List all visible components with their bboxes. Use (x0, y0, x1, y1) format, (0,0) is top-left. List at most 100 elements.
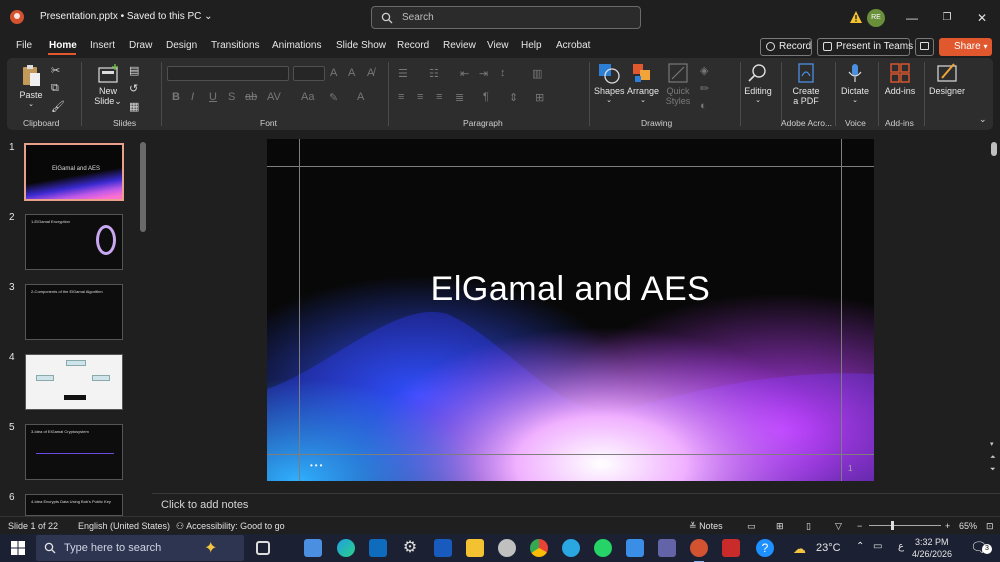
increase-font-icon[interactable]: A (330, 67, 337, 79)
shape-effects-icon[interactable]: ◐ (700, 100, 707, 112)
slide-thumbnail-4[interactable] (25, 354, 123, 410)
vertical-scrollbar[interactable]: ▾ ⏶ ⏷ (988, 132, 1000, 493)
minimize-icon[interactable]: — (902, 8, 922, 28)
slideshow-icon[interactable]: ▽ (835, 521, 842, 532)
windows-start-icon[interactable] (11, 541, 25, 555)
task-view-icon[interactable] (256, 541, 270, 555)
align-text-icon[interactable]: ⇕ (509, 91, 518, 104)
cut-icon[interactable]: ✂ (51, 64, 60, 77)
search-box[interactable]: Search (371, 6, 641, 29)
acrobat-icon[interactable] (722, 539, 740, 557)
slide-sorter-icon[interactable]: ⊞ (776, 521, 784, 532)
slide-thumbnail-5[interactable]: 3-Idea of ElGamal Cryptosystem (25, 424, 123, 480)
next-slide-icon[interactable]: ⏷ (990, 466, 996, 474)
font-name-dropdown[interactable] (167, 66, 289, 81)
numbering-icon[interactable]: ☷ (429, 67, 439, 80)
clock-date[interactable]: 4/26/2026 (912, 549, 952, 559)
strikethrough-icon[interactable]: ab (245, 91, 257, 103)
tab-insert[interactable]: Insert (90, 40, 115, 51)
edge-icon[interactable] (337, 539, 355, 557)
tab-file[interactable]: File (16, 40, 32, 51)
present-in-teams-button[interactable]: Present in Teams (817, 38, 913, 56)
dictate-button[interactable]: Dictate ⌄ (839, 62, 871, 104)
chrome-icon[interactable] (530, 539, 548, 557)
change-case-icon[interactable]: Aa (301, 91, 314, 103)
tab-review[interactable]: Review (443, 40, 476, 51)
slide-thumbnail-1[interactable]: ElGamal and AES (24, 143, 124, 201)
designer-button[interactable]: Designer (928, 62, 966, 96)
tab-record[interactable]: Record (397, 40, 429, 51)
character-spacing-icon[interactable]: AV (267, 91, 281, 103)
tab-transitions[interactable]: Transitions (211, 40, 260, 51)
font-size-dropdown[interactable] (293, 66, 325, 81)
shape-outline-icon[interactable]: ✏ (700, 82, 709, 95)
highlight-icon[interactable]: ✎ (329, 91, 338, 104)
zoom-in-icon[interactable]: + (945, 521, 950, 531)
font-color-icon[interactable]: A (357, 91, 364, 103)
telegram-icon[interactable] (562, 539, 580, 557)
zoom-out-icon[interactable]: − (857, 521, 862, 531)
settings-gear-icon[interactable]: ⚙ (401, 539, 419, 557)
decrease-indent-icon[interactable]: ⇤ (460, 67, 469, 80)
zoom-level[interactable]: 65% (959, 521, 977, 531)
section-icon[interactable]: ▦ (129, 100, 139, 113)
bold-icon[interactable]: B (172, 91, 180, 103)
normal-view-icon[interactable]: ▭ (747, 521, 756, 532)
tab-view[interactable]: View (487, 40, 509, 51)
slide-title[interactable]: ElGamal and AES (267, 270, 874, 309)
photos-icon[interactable] (626, 539, 644, 557)
tab-slide-show[interactable]: Slide Show (336, 40, 386, 51)
align-center-icon[interactable]: ≡ (417, 91, 423, 103)
text-direction-icon[interactable]: ¶ (483, 91, 489, 103)
share-button[interactable]: Share ▾ (939, 38, 992, 56)
editing-button[interactable]: Editing ⌄ (742, 62, 774, 104)
tab-home[interactable]: Home (49, 40, 77, 51)
columns-icon[interactable]: ▥ (532, 67, 542, 80)
align-right-icon[interactable]: ≡ (436, 91, 442, 103)
justify-icon[interactable]: ≣ (455, 91, 464, 104)
warning-icon[interactable] (849, 10, 863, 24)
close-icon[interactable]: ✕ (972, 8, 992, 28)
create-pdf-button[interactable]: Create a PDF (790, 62, 822, 106)
powerpoint-taskbar-icon[interactable] (690, 539, 708, 562)
clock-time[interactable]: 3:32 PM (915, 537, 949, 547)
slide-thumbnail-2[interactable]: 1-ElGamal Encryption (25, 214, 123, 270)
keyboard-language-icon[interactable]: ع (898, 541, 904, 552)
record-button[interactable]: Record (760, 38, 812, 56)
battery-icon[interactable]: ▭ (873, 541, 882, 552)
reset-icon[interactable]: ↺ (129, 82, 138, 95)
arrange-button[interactable]: Arrange ⌄ (627, 62, 659, 104)
shape-fill-icon[interactable]: ◈ (700, 64, 708, 77)
notes-toggle[interactable]: ≚ Notes (689, 521, 723, 532)
notes-pane[interactable]: Click to add notes (152, 493, 1000, 516)
outlook-icon[interactable] (369, 539, 387, 557)
accessibility-status[interactable]: ⚇ Accessibility: Good to go (176, 521, 285, 532)
restore-icon[interactable]: ❐ (937, 8, 957, 28)
weather-temperature[interactable]: 23°C (816, 542, 841, 554)
tab-animations[interactable]: Animations (272, 40, 321, 51)
comments-button[interactable] (915, 38, 934, 56)
language-status[interactable]: English (United States) (78, 521, 170, 531)
scrollbar-thumb[interactable] (991, 142, 997, 156)
fit-to-window-icon[interactable]: ⊡ (986, 521, 994, 532)
paste-button[interactable]: Paste ⌄ (19, 64, 43, 108)
clear-formatting-icon[interactable]: A̸ (367, 67, 374, 79)
shapes-button[interactable]: Shapes ⌄ (594, 62, 625, 104)
decrease-font-icon[interactable]: A (348, 67, 355, 79)
app-icon[interactable] (498, 539, 516, 557)
weather-icon[interactable]: ☁ (793, 541, 806, 557)
zoom-slider-thumb[interactable] (891, 521, 894, 530)
file-explorer-icon[interactable] (466, 539, 484, 557)
scroll-down-icon[interactable]: ▾ (990, 440, 994, 448)
format-painter-icon[interactable]: 🖌 (51, 100, 65, 113)
zoom-slider[interactable] (869, 521, 941, 530)
quick-styles-button[interactable]: Quick Styles (663, 62, 693, 106)
reading-view-icon[interactable]: ▯ (806, 521, 811, 532)
tab-design[interactable]: Design (166, 40, 197, 51)
taskbar-search-box[interactable]: Type here to search ✦ (36, 535, 244, 561)
microsoft-store-icon[interactable] (304, 539, 322, 557)
tab-acrobat[interactable]: Acrobat (556, 40, 590, 51)
help-icon[interactable]: ? (756, 539, 774, 557)
user-avatar[interactable]: RE (867, 9, 885, 27)
align-left-icon[interactable]: ≡ (398, 91, 404, 103)
